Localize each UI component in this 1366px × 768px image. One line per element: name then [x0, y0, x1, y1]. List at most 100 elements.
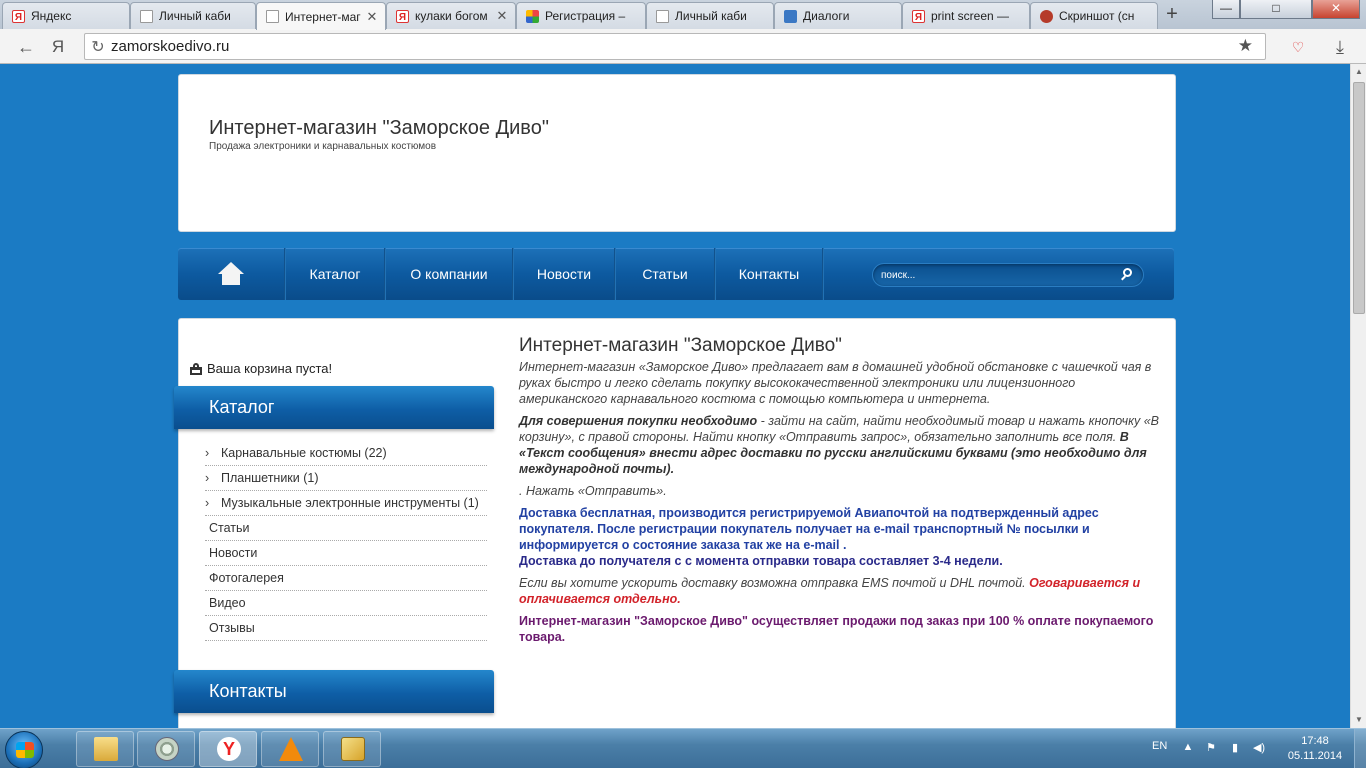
- dialogs-icon: [784, 9, 797, 23]
- clock-time: 17:48: [1301, 735, 1329, 747]
- vertical-scrollbar[interactable]: ▲ ▼: [1350, 64, 1366, 728]
- volume-icon[interactable]: ◀): [1251, 741, 1267, 755]
- site-subtitle: Продажа электроники и карнавальных костю…: [209, 141, 437, 152]
- contacts-header: Контакты: [174, 670, 494, 713]
- sidebar-item-video[interactable]: Видео: [205, 591, 487, 616]
- catalog-item-costumes[interactable]: Карнавальные костюмы (22): [205, 441, 487, 466]
- home-icon: [218, 262, 244, 286]
- heart-icon[interactable]: ♡: [1286, 35, 1310, 59]
- search-icon[interactable]: [1119, 267, 1135, 283]
- windows-logo-icon: [16, 742, 34, 758]
- archive-icon: [341, 737, 365, 761]
- page-icon: [656, 9, 669, 23]
- screenshot-icon: [1040, 9, 1053, 23]
- close-window-button[interactable]: ✕: [1312, 0, 1360, 19]
- taskbar-explorer[interactable]: [76, 731, 134, 767]
- clock-date: 05.11.2014: [1287, 750, 1343, 762]
- browser-toolbar: ← Я ↻ zamorskoedivo.ru ★ ♡ ⤓: [0, 29, 1366, 64]
- catalog-header: Каталог: [174, 386, 494, 429]
- reload-icon[interactable]: ↻: [85, 37, 111, 57]
- network-signal-icon[interactable]: ▮: [1227, 741, 1243, 755]
- howto-bold: Для совершения покупки необходимо: [519, 414, 758, 428]
- chrome-icon: [155, 737, 179, 761]
- page-icon: [266, 10, 279, 23]
- start-button[interactable]: [5, 731, 43, 768]
- language-indicator[interactable]: EN: [1152, 740, 1167, 752]
- prepay-paragraph: Интернет-магазин "Заморское Диво" осущес…: [519, 614, 1154, 644]
- clock[interactable]: 17:48 05.11.2014: [1286, 734, 1344, 764]
- search-box: [872, 263, 1144, 287]
- yandex-icon: Я: [12, 9, 25, 23]
- site-title[interactable]: Интернет-магазин "Заморское Диво": [209, 117, 549, 140]
- tab-personal-cabinet[interactable]: Личный каби: [130, 2, 256, 29]
- tab-screenshot[interactable]: Скриншот (сн: [1030, 2, 1158, 29]
- maximize-icon: □: [1272, 1, 1280, 15]
- sidebar-item-articles[interactable]: Статьи: [205, 516, 487, 541]
- scroll-up-icon[interactable]: ▲: [1351, 64, 1366, 80]
- tab-dialogs[interactable]: Диалоги: [774, 2, 902, 29]
- close-tab-icon[interactable]: ✕: [495, 8, 509, 24]
- taskbar-vlc[interactable]: [261, 731, 319, 767]
- article: Интернет-магазин "Заморское Диво" Интерн…: [519, 335, 1164, 651]
- taskbar-chrome[interactable]: [137, 731, 195, 767]
- action-center-icon[interactable]: ⚑: [1203, 741, 1219, 755]
- close-tab-icon[interactable]: ✕: [365, 9, 379, 25]
- ems-paragraph: Если вы хотите ускорить доставку возможн…: [519, 575, 1164, 607]
- delivery-time: Доставка до получателя с с момента отпра…: [519, 554, 1003, 568]
- back-arrow-icon[interactable]: ←: [14, 35, 38, 59]
- explorer-icon: [94, 737, 118, 761]
- tab-personal-cabinet-2[interactable]: Личный каби: [646, 2, 774, 29]
- tab-internet-shop[interactable]: Интернет-маг ✕: [256, 2, 386, 30]
- tab-kulaki[interactable]: Якулаки богом ✕: [386, 2, 516, 29]
- nav-articles[interactable]: Статьи: [616, 248, 714, 300]
- vlc-icon: [279, 737, 303, 761]
- catalog-item-instruments[interactable]: Музыкальные электронные инструменты (1): [205, 491, 487, 516]
- download-icon[interactable]: ⤓: [1328, 35, 1352, 59]
- intro-paragraph: Интернет-магазин «Заморское Диво» предла…: [519, 360, 1152, 406]
- sidebar-item-gallery[interactable]: Фотогалерея: [205, 566, 487, 591]
- yandex-browser-icon: Y: [217, 737, 241, 761]
- sidebar-item-news[interactable]: Новости: [205, 541, 487, 566]
- tab-registration[interactable]: Регистрация –: [516, 2, 646, 29]
- tab-yandex[interactable]: Я Яндекс: [2, 2, 130, 29]
- main-content-box: Ваша корзина пуста! Каталог Карнавальные…: [174, 318, 1176, 728]
- page-viewport: Интернет-магазин "Заморское Диво" Продаж…: [0, 64, 1350, 728]
- yandex-button[interactable]: Я: [46, 35, 70, 59]
- taskbar-archive[interactable]: [323, 731, 381, 767]
- sidebar-item-reviews[interactable]: Отзывы: [205, 616, 487, 641]
- scroll-thumb[interactable]: [1353, 82, 1365, 314]
- catalog-item-tablets[interactable]: Планшетники (1): [205, 466, 487, 491]
- minimize-button[interactable]: —: [1212, 0, 1240, 19]
- catalog-list: Карнавальные костюмы (22) Планшетники (1…: [205, 441, 487, 641]
- url-text[interactable]: zamorskoedivo.ru: [111, 38, 229, 55]
- tab-print-screen[interactable]: Яprint screen —: [902, 2, 1030, 29]
- nav-catalog[interactable]: Каталог: [286, 248, 384, 300]
- new-tab-button[interactable]: +: [1160, 4, 1184, 26]
- nav-news[interactable]: Новости: [514, 248, 614, 300]
- main-nav: Каталог О компании Новости Статьи Контак…: [178, 248, 1174, 300]
- bookmark-star-icon[interactable]: ★: [1238, 36, 1253, 56]
- cart-status[interactable]: Ваша корзина пуста!: [189, 361, 332, 376]
- show-hidden-icons-icon[interactable]: ▲: [1180, 741, 1196, 755]
- nav-about[interactable]: О компании: [386, 248, 512, 300]
- page-icon: [140, 9, 153, 23]
- taskbar-yandex-browser[interactable]: Y: [199, 731, 257, 767]
- basket-icon: [189, 362, 203, 375]
- article-title: Интернет-магазин "Заморское Диво": [519, 335, 842, 356]
- delivery-paragraph: Доставка бесплатная, производится регист…: [519, 506, 1099, 552]
- nav-contacts[interactable]: Контакты: [716, 248, 822, 300]
- yandex-icon: Я: [396, 9, 409, 23]
- yandex-icon: Я: [912, 9, 925, 23]
- howto-end: . Нажать «Отправить».: [519, 484, 667, 498]
- maximize-button[interactable]: □: [1240, 0, 1312, 19]
- ems-text: Если вы хотите ускорить доставку возможн…: [519, 576, 1030, 590]
- home-link[interactable]: [178, 248, 284, 300]
- site-header: Интернет-магазин "Заморское Диво" Продаж…: [178, 74, 1176, 232]
- howto-paragraph: Для совершения покупки необходимо - зайт…: [519, 413, 1164, 477]
- cart-text: Ваша корзина пуста!: [207, 361, 333, 376]
- search-input[interactable]: [881, 267, 1101, 283]
- address-bar[interactable]: ↻ zamorskoedivo.ru ★: [84, 33, 1266, 60]
- show-desktop-button[interactable]: [1354, 729, 1366, 768]
- taskbar: Y EN ▲ ⚑ ▮ ◀) 17:48 05.11.2014: [0, 728, 1366, 768]
- scroll-down-icon[interactable]: ▼: [1351, 712, 1366, 728]
